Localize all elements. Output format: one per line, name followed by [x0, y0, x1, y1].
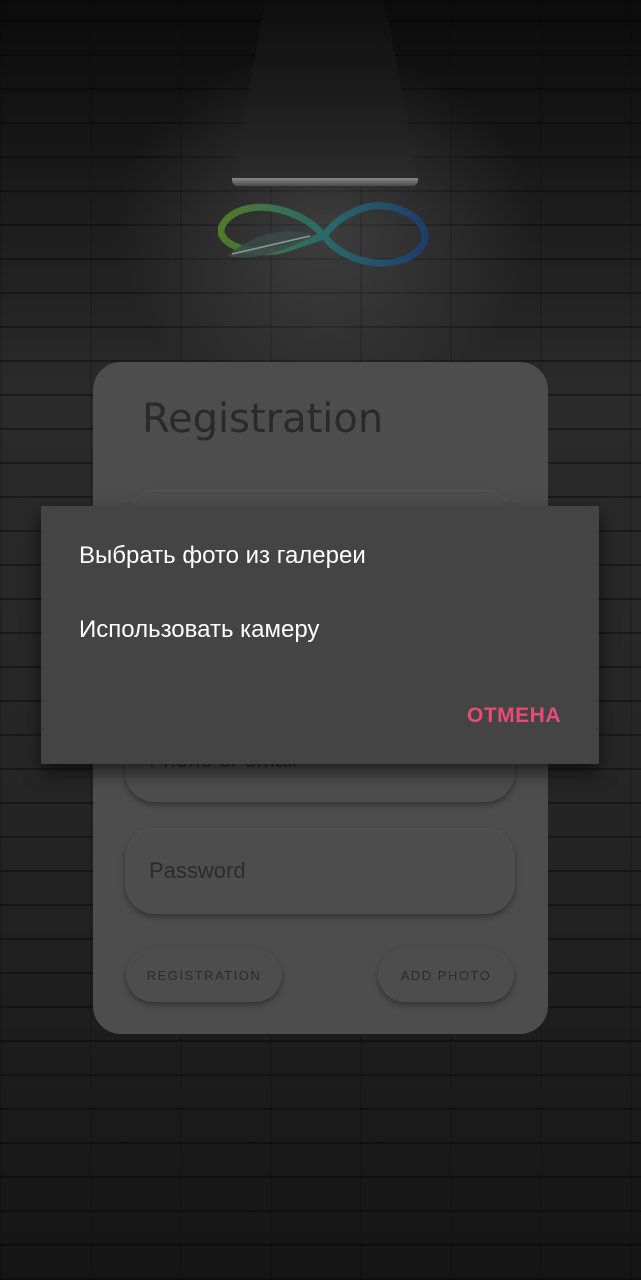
dialog-item-gallery[interactable]: Выбрать фото из галереи — [79, 542, 366, 570]
photo-source-dialog: Выбрать фото из галереи Использовать кам… — [41, 506, 599, 764]
cancel-button[interactable]: ОТМЕНА — [467, 704, 561, 728]
dialog-item-camera[interactable]: Использовать камеру — [79, 616, 319, 644]
